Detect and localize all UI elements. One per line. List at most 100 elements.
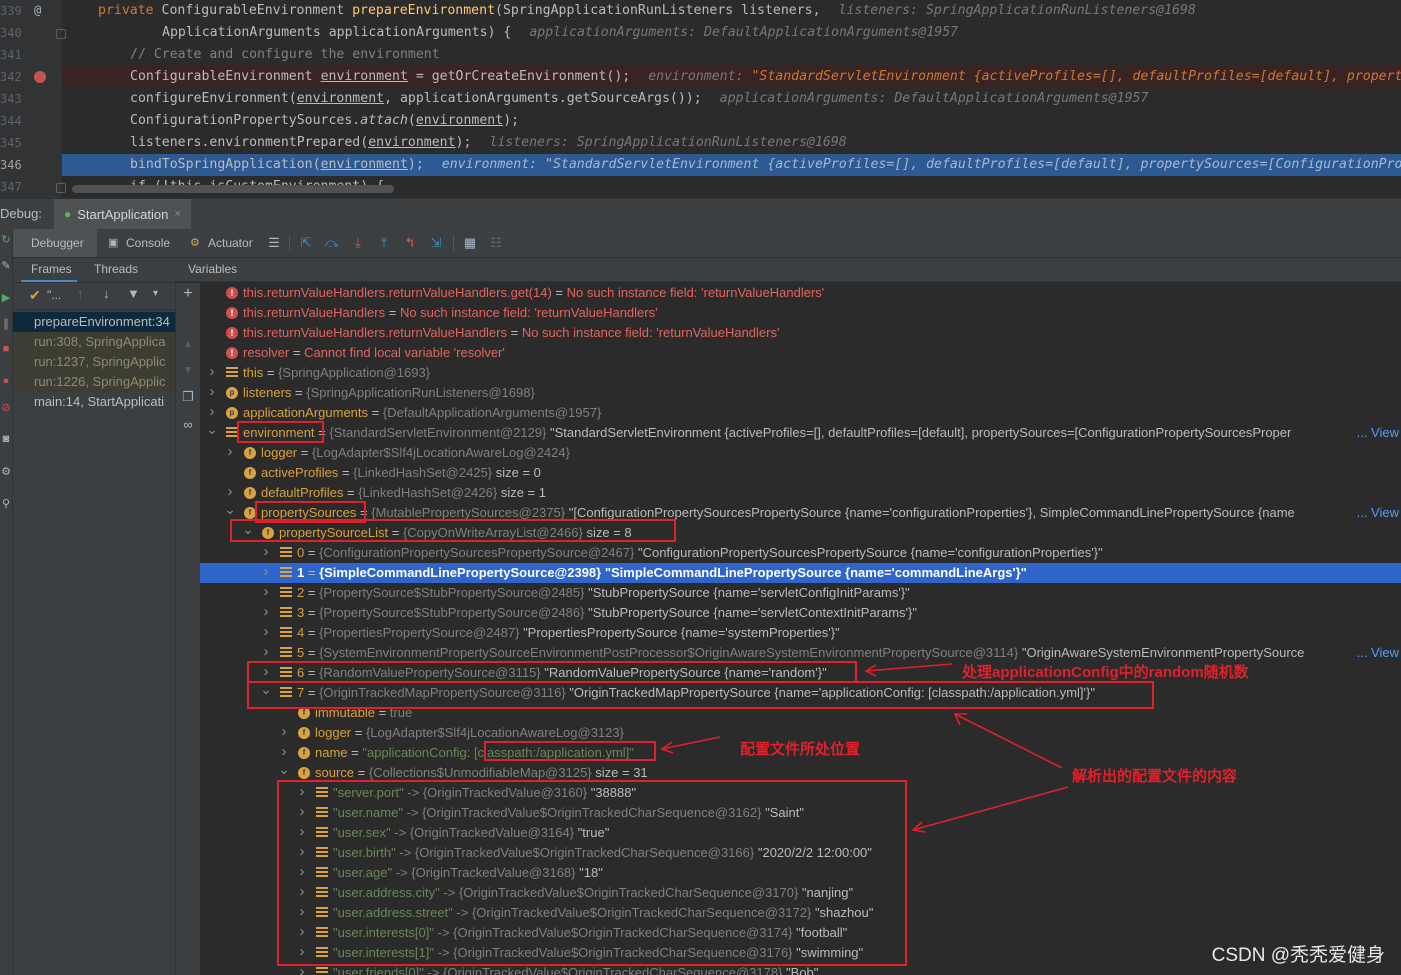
variable-row[interactable]: f immutable = true <box>200 703 1401 723</box>
trace-icon[interactable]: ☷ <box>488 235 504 251</box>
frames-options-icon[interactable]: ▾ <box>153 288 158 299</box>
tab-console[interactable]: ▣ Console <box>104 229 170 257</box>
variable-row[interactable]: ! this.returnValueHandlers.returnValueHan… <box>200 283 1401 303</box>
variable-row[interactable]: › p listeners = {SpringApplicationRunListe… <box>200 383 1401 403</box>
expand-chevron-icon[interactable]: › <box>260 542 272 562</box>
resume-icon[interactable]: ▶ <box>0 291 12 304</box>
collapse-chevron-icon[interactable]: ⌄ <box>206 419 218 439</box>
expand-chevron-icon[interactable]: › <box>296 922 308 942</box>
inspect-icon[interactable]: ∞ <box>176 417 200 432</box>
variable-row[interactable]: › f logger = {LogAdapter$Slf4jLocationAwar… <box>200 443 1401 463</box>
variable-row[interactable]: › "user.address.street" -> {OriginTracked… <box>200 903 1401 923</box>
variable-row[interactable]: ⌄ environment = {StandardServletEnvironme… <box>200 421 1401 443</box>
tab-debugger[interactable]: Debugger <box>13 229 97 257</box>
variable-row[interactable]: › 0 = {ConfigurationPropertySourcesProper… <box>200 543 1401 563</box>
code-editor[interactable]: 339 @340 341 342 343 344 345 346 347 private Con… <box>0 0 1401 198</box>
expand-chevron-icon[interactable]: › <box>260 582 272 602</box>
view-full-value-link[interactable]: ... View <box>1357 503 1399 523</box>
stop-icon[interactable]: ■ <box>0 343 12 355</box>
debug-session-tab[interactable]: ● StartApplication × <box>54 199 191 229</box>
copy-icon[interactable]: ❐ <box>176 389 200 405</box>
frames-menu-icon[interactable]: ☰ <box>266 235 282 251</box>
variable-row[interactable]: › "server.port" -> {OriginTrackedValue@31… <box>200 783 1401 803</box>
code-line[interactable]: ConfigurationPropertySources.attach(envi… <box>62 110 1401 132</box>
stack-frame[interactable]: run:1226, SpringApplic <box>13 372 175 392</box>
scroll-down-icon[interactable]: ▼ <box>176 365 200 376</box>
filter-icon[interactable]: ▼ <box>127 286 140 301</box>
code-line[interactable]: listeners.environmentPrepared(environmen… <box>62 132 1401 154</box>
variable-row[interactable]: › this = {SpringApplication@1693} <box>200 363 1401 383</box>
step-into-icon[interactable]: ⤓ <box>350 235 366 251</box>
expand-chevron-icon[interactable]: › <box>296 862 308 882</box>
step-out-icon[interactable]: ↰ <box>402 235 418 251</box>
expand-chevron-icon[interactable]: › <box>296 882 308 902</box>
code-line[interactable]: bindToSpringApplication(environment); env… <box>62 154 1401 176</box>
expand-chevron-icon[interactable]: › <box>296 942 308 962</box>
variable-row[interactable]: ⌄ 7 = {OriginTrackedMapPropertySource@311… <box>200 681 1401 703</box>
expand-chevron-icon[interactable]: › <box>260 642 272 662</box>
rerun-icon[interactable]: ↻ <box>0 233 12 246</box>
tab-threads[interactable]: Threads <box>94 258 138 282</box>
stack-frame[interactable]: main:14, StartApplicati <box>13 392 175 412</box>
expand-chevron-icon[interactable]: › <box>260 562 272 582</box>
variable-row[interactable]: › 1 = {SimpleCommandLinePropertySource@23… <box>200 563 1401 583</box>
tab-actuator[interactable]: ⚙ Actuator <box>186 229 253 257</box>
pin-icon[interactable]: ⚲ <box>0 497 12 510</box>
collapse-chevron-icon[interactable]: ⌄ <box>278 759 290 779</box>
expand-chevron-icon[interactable]: › <box>296 902 308 922</box>
stack-frame[interactable]: run:308, SpringApplica <box>13 332 175 352</box>
expand-chevron-icon[interactable]: › <box>296 962 308 975</box>
variable-row[interactable]: ⌄ f propertySources = {MutablePropertySour… <box>200 501 1401 523</box>
expand-chevron-icon[interactable]: › <box>260 602 272 622</box>
view-breakpoints-icon[interactable]: ● <box>0 375 12 387</box>
add-watch-icon[interactable]: + <box>176 285 200 303</box>
show-execution-point-icon[interactable]: ⇱ <box>298 235 314 251</box>
expand-chevron-icon[interactable]: › <box>296 802 308 822</box>
override-marker-icon[interactable]: @ <box>34 3 41 17</box>
variable-row[interactable]: › "user.birth" -> {OriginTrackedValue$Ori… <box>200 843 1401 863</box>
code-line[interactable]: ConfigurableEnvironment environment = ge… <box>62 66 1401 88</box>
mute-breakpoints-icon[interactable]: ⊘ <box>0 401 12 414</box>
variable-row[interactable]: › 5 = {SystemEnvironmentPropertySourceEnv… <box>200 643 1401 663</box>
expand-chevron-icon[interactable]: › <box>296 842 308 862</box>
collapse-chevron-icon[interactable]: ⌄ <box>242 519 254 539</box>
variable-row[interactable]: › "user.address.city" -> {OriginTrackedVa… <box>200 883 1401 903</box>
variable-row[interactable]: f activeProfiles = {LinkedHashSet@2425} s… <box>200 463 1401 483</box>
variable-row[interactable]: ! this.returnValueHandlers.returnValueHan… <box>200 323 1401 343</box>
view-full-value-link[interactable]: ... View <box>1357 423 1399 443</box>
collapse-chevron-icon[interactable]: ⌄ <box>260 679 272 699</box>
variable-row[interactable]: ! resolver = Cannot find local variable '… <box>200 343 1401 363</box>
scroll-up-icon[interactable]: ▲ <box>176 339 200 350</box>
variable-row[interactable]: ! this.returnValueHandlers = No such inst… <box>200 303 1401 323</box>
settings-icon[interactable]: ⚙ <box>0 465 12 478</box>
collapse-chevron-icon[interactable]: ⌄ <box>224 499 236 519</box>
view-full-value-link[interactable]: ... View <box>1357 643 1399 663</box>
variable-row[interactable]: › 2 = {PropertySource$StubPropertySource@… <box>200 583 1401 603</box>
expand-chevron-icon[interactable]: › <box>260 622 272 642</box>
stack-frame[interactable]: prepareEnvironment:34 <box>13 312 175 332</box>
variable-row[interactable]: › 4 = {PropertiesPropertySource@2487} "Pr… <box>200 623 1401 643</box>
code-line[interactable]: // Create and configure the environment <box>62 44 1401 66</box>
editor-horizontal-scrollbar[interactable] <box>72 185 394 193</box>
camera-icon[interactable]: ◙ <box>0 433 12 445</box>
step-over-icon[interactable]: ⤼ <box>324 235 340 251</box>
evaluate-expression-icon[interactable]: ▦ <box>462 235 478 251</box>
expand-chevron-icon[interactable]: › <box>296 782 308 802</box>
pause-icon[interactable]: ❚ <box>0 317 12 330</box>
variable-row[interactable]: › "user.sex" -> {OriginTrackedValue@3164}… <box>200 823 1401 843</box>
next-frame-icon[interactable]: ↓ <box>103 286 110 301</box>
code-line[interactable]: configureEnvironment(environment, applic… <box>62 88 1401 110</box>
expand-chevron-icon[interactable]: › <box>278 722 290 742</box>
code-line[interactable]: private ConfigurableEnvironment prepareE… <box>62 0 1401 22</box>
previous-frame-icon[interactable]: ↑ <box>77 286 84 301</box>
variable-row[interactable]: › "user.name" -> {OriginTrackedValue$Orig… <box>200 803 1401 823</box>
expand-chevron-icon[interactable]: › <box>224 442 236 462</box>
variable-row[interactable]: › p applicationArguments = {DefaultApplica… <box>200 403 1401 423</box>
expand-chevron-icon[interactable]: › <box>296 822 308 842</box>
expand-chevron-icon[interactable]: › <box>206 362 218 382</box>
close-tab-icon[interactable]: × <box>174 208 180 220</box>
variable-row[interactable]: › f defaultProfiles = {LinkedHashSet@2426}… <box>200 483 1401 503</box>
run-to-cursor-icon[interactable]: ⇲ <box>428 235 444 251</box>
stack-frame[interactable]: run:1237, SpringApplic <box>13 352 175 372</box>
thread-selector[interactable]: "... <box>47 288 61 302</box>
